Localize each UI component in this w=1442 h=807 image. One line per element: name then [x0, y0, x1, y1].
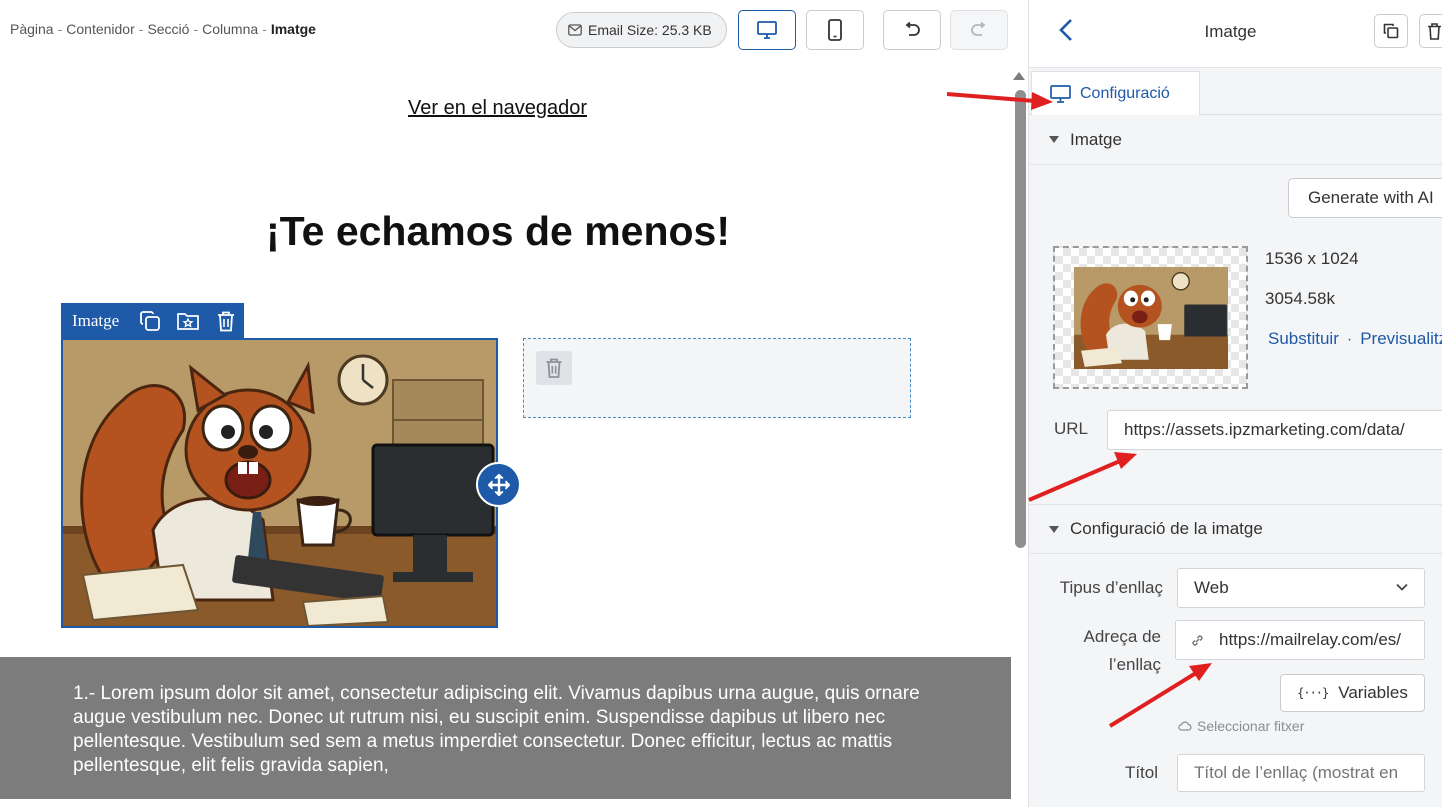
mobile-view-button[interactable]	[806, 10, 864, 50]
link-type-value: Web	[1194, 578, 1229, 597]
breadcrumb-separator: -	[262, 21, 267, 37]
image-block-toolbar: Imatge	[61, 303, 244, 338]
link-type-label: Tipus d’enllaç	[1059, 578, 1163, 597]
preview-image-link[interactable]: Previsualitzar	[1360, 329, 1442, 348]
breadcrumb: Pàgina - Contenidor - Secció - Columna - Imatge	[10, 21, 316, 37]
empty-column-dropzone[interactable]	[523, 338, 911, 418]
trash-icon	[546, 358, 562, 378]
desktop-view-button[interactable]	[738, 10, 796, 50]
squirrel-office-image[interactable]	[61, 338, 498, 628]
canvas-scrollbar[interactable]	[1015, 90, 1026, 548]
monitor-icon	[1050, 84, 1071, 103]
breadcrumb-separator: -	[138, 21, 144, 37]
duplicate-block-button[interactable]	[133, 304, 167, 338]
undo-icon	[903, 22, 921, 38]
copy-icon	[140, 310, 161, 331]
mobile-icon	[828, 19, 842, 41]
breadcrumb-item-page[interactable]: Pàgina	[10, 21, 54, 37]
link-address-input[interactable]: https://mailrelay.com/es/	[1175, 620, 1425, 660]
delete-column-button[interactable]	[536, 351, 572, 385]
section-image-header[interactable]: Imatge	[1029, 115, 1442, 165]
scroll-up-arrow[interactable]	[1013, 72, 1025, 80]
redo-button[interactable]	[950, 10, 1008, 50]
url-label: URL	[1053, 419, 1088, 438]
url-input[interactable]: https://assets.ipzmarketing.com/data/	[1107, 410, 1442, 450]
delete-button[interactable]	[1419, 14, 1442, 48]
link-address-label-line1: Adreça de	[1083, 627, 1162, 646]
section-image-config-title: Configuració de la imatge	[1070, 519, 1263, 538]
cloud-icon	[1178, 721, 1192, 731]
redo-icon	[970, 22, 988, 38]
email-size-text: Email Size: 25.3 KB	[588, 22, 712, 38]
save-block-button[interactable]	[171, 304, 205, 338]
caret-down-icon	[1049, 525, 1059, 533]
dot-separator: ·	[1346, 331, 1353, 348]
link-icon	[1190, 633, 1205, 648]
select-file-label: Seleccionar fitxer	[1197, 718, 1305, 734]
image-dimensions: 1536 x 1024	[1265, 249, 1359, 268]
link-address-value: https://mailrelay.com/es/	[1219, 630, 1402, 649]
copy-icon	[1383, 23, 1399, 39]
variables-button[interactable]: {···} Variables	[1280, 674, 1425, 712]
panel-title: Imatge	[1204, 22, 1257, 41]
image-thumbnail[interactable]	[1074, 267, 1228, 369]
image-block-label: Imatge	[72, 310, 120, 330]
link-title-input[interactable]	[1177, 754, 1425, 792]
breadcrumb-current: Imatge	[270, 21, 316, 37]
breadcrumb-item-column[interactable]: Columna	[202, 21, 258, 37]
delete-block-button[interactable]	[209, 304, 243, 338]
trash-icon	[218, 311, 235, 331]
breadcrumb-separator: -	[193, 21, 199, 37]
breadcrumb-item-container[interactable]: Contenidor	[66, 21, 135, 37]
move-block-handle[interactable]	[476, 462, 521, 507]
variables-label: Variables	[1338, 683, 1408, 702]
variables-icon: {···}	[1297, 686, 1329, 700]
trash-icon	[1427, 22, 1441, 40]
image-actions: Substituir · Previsualitzar	[1268, 329, 1442, 349]
breadcrumb-separator: -	[57, 21, 63, 37]
title-label: Títol	[1124, 763, 1158, 782]
email-headline[interactable]: ¡Te echamos de menos!	[0, 208, 996, 255]
link-address-label: Adreça de l’enllaç	[1040, 623, 1162, 679]
tab-configuration-label: Configuració	[1080, 84, 1170, 102]
section-image-title: Imatge	[1070, 129, 1122, 149]
view-in-browser-link[interactable]: Ver en el navegador	[408, 97, 587, 120]
duplicate-button[interactable]	[1374, 14, 1408, 48]
generate-with-ai-button[interactable]: Generate with AI	[1288, 178, 1442, 218]
image-file-size: 3054.58k	[1265, 289, 1335, 308]
email-size-badge: Email Size: 25.3 KB	[556, 12, 727, 48]
link-type-select[interactable]: Web	[1177, 568, 1425, 608]
caret-down-icon	[1049, 136, 1059, 143]
text-section[interactable]: 1.- Lorem ipsum dolor sit amet, consecte…	[0, 657, 1011, 799]
link-address-label-line2: l’enllaç	[1109, 655, 1161, 674]
body-text[interactable]: 1.- Lorem ipsum dolor sit amet, consecte…	[73, 682, 923, 778]
move-arrows-icon	[487, 473, 510, 496]
replace-image-link[interactable]: Substituir	[1268, 329, 1339, 348]
chevron-down-icon	[1396, 583, 1408, 591]
section-image-config-header[interactable]: Configuració de la imatge	[1029, 504, 1442, 554]
select-file-link[interactable]: Seleccionar fitxer	[1178, 718, 1304, 734]
breadcrumb-item-section[interactable]: Secció	[147, 21, 189, 37]
envelope-icon	[568, 24, 588, 36]
tab-configuration[interactable]: Configuració	[1031, 71, 1200, 116]
desktop-icon	[757, 21, 777, 39]
undo-button[interactable]	[883, 10, 941, 50]
folder-star-icon	[177, 312, 200, 330]
